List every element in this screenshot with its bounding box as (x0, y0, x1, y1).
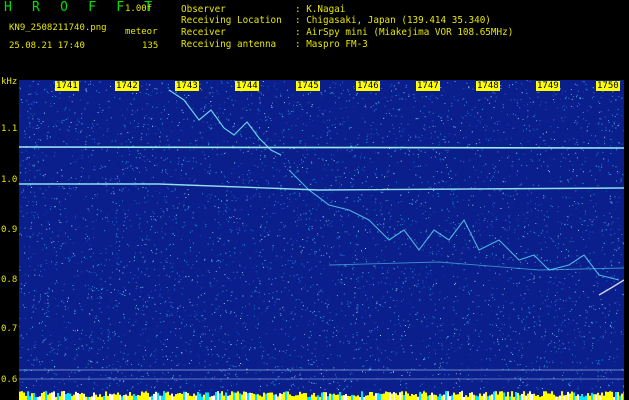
info-key: Receiver (181, 27, 226, 38)
carrier-line (19, 146, 624, 149)
info-row-location: Receiving Location : Chigasaki, Japan (13… (181, 15, 491, 27)
y-tick-label: 0.6 (1, 375, 18, 385)
info-key: Receiving antenna (181, 39, 277, 50)
spectrogram-plot (19, 80, 624, 400)
x-tick-label: 1749 (536, 81, 560, 91)
version-label: 1.00f (125, 4, 153, 14)
info-value: : AirSpy mini (Miakejima VOR 108.65MHz) (295, 27, 514, 38)
x-tick-label: 1741 (55, 81, 79, 91)
mode-label: meteor (125, 27, 158, 37)
y-tick-label: 0.8 (1, 275, 18, 285)
info-value: : Maspro FM-3 (295, 39, 368, 50)
y-tick-label: 0.9 (1, 225, 18, 235)
x-tick-label: 1745 (296, 81, 320, 91)
date-time: 25.08.21 17:40 (9, 41, 85, 51)
x-tick-label: 1742 (115, 81, 139, 91)
x-tick-label: 1746 (356, 81, 380, 91)
x-tick-label: 1750 (596, 81, 620, 91)
info-row-antenna: Receiving antenna : Maspro FM-3 (181, 39, 368, 51)
info-value: : Chigasaki, Japan (139.414 35.340) (295, 15, 491, 26)
x-tick-label: 1743 (175, 81, 199, 91)
x-tick-label: 1747 (416, 81, 440, 91)
plot-background (19, 80, 624, 400)
spectrogram-canvas (19, 80, 624, 400)
y-tick-label: 1.1 (1, 124, 18, 134)
y-tick-label: 1.0 (1, 175, 18, 185)
info-value: : K.Nagai (295, 4, 346, 15)
y-tick-label: 0.7 (1, 324, 18, 334)
detection-count: 135 (142, 41, 159, 51)
y-axis-unit: kHz (1, 77, 18, 87)
spectrogram-viewer: { "header": { "title": "H R O F F T", "v… (0, 0, 629, 400)
file-name: KN9_2508211740.png (9, 23, 107, 33)
info-key: Receiving Location (181, 15, 282, 26)
x-tick-label: 1744 (235, 81, 259, 91)
info-row-receiver: Receiver : AirSpy mini (Miakejima VOR 108… (181, 27, 513, 39)
x-tick-label: 1748 (476, 81, 500, 91)
